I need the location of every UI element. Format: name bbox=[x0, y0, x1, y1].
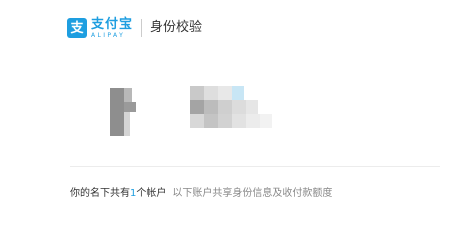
blur-block bbox=[218, 100, 232, 114]
summary-prefix: 你的名下共有 bbox=[70, 188, 130, 199]
blur-block bbox=[218, 86, 232, 100]
blur-block bbox=[204, 100, 218, 114]
blur-block bbox=[246, 100, 258, 114]
brand-name: 支付宝 bbox=[91, 17, 134, 32]
blur-block bbox=[232, 114, 246, 128]
blur-block bbox=[110, 88, 124, 136]
blur-block bbox=[190, 86, 204, 100]
blur-block bbox=[246, 114, 260, 128]
blur-block bbox=[190, 100, 204, 114]
account-summary: 你的名下共有1个帐户 以下账户共享身份信息及收付款额度 bbox=[70, 187, 332, 201]
alipay-logo-icon: 支 bbox=[67, 18, 87, 38]
summary-description: 以下账户共享身份信息及收付款额度 bbox=[172, 188, 333, 199]
blur-block bbox=[260, 114, 272, 128]
summary-suffix: 个帐户 bbox=[136, 188, 167, 199]
blur-block bbox=[204, 86, 218, 100]
blur-block bbox=[204, 114, 218, 128]
section-divider bbox=[70, 166, 440, 167]
alipay-logo-text: 支付宝 ALIPAY bbox=[91, 17, 133, 39]
alipay-logo-glyph: 支 bbox=[70, 20, 84, 36]
blur-block bbox=[124, 112, 130, 136]
blur-block bbox=[232, 100, 246, 114]
blur-block bbox=[232, 86, 244, 100]
page-title: 身份校验 bbox=[150, 20, 203, 35]
blur-block bbox=[124, 88, 132, 102]
brand: 支 支付宝 ALIPAY 身份校验 bbox=[67, 15, 202, 41]
account-info-blurred bbox=[110, 72, 310, 142]
page-header: 支 支付宝 ALIPAY 身份校验 bbox=[0, 0, 450, 52]
blur-block bbox=[218, 114, 232, 128]
blur-block bbox=[190, 114, 204, 128]
identity-verification-page: 支 支付宝 ALIPAY 身份校验 你的名下共有1个帐户 以下账户共享身份信息及… bbox=[0, 0, 450, 209]
header-divider bbox=[141, 19, 143, 37]
blur-block bbox=[124, 102, 136, 112]
brand-sub: ALIPAY bbox=[91, 32, 126, 39]
